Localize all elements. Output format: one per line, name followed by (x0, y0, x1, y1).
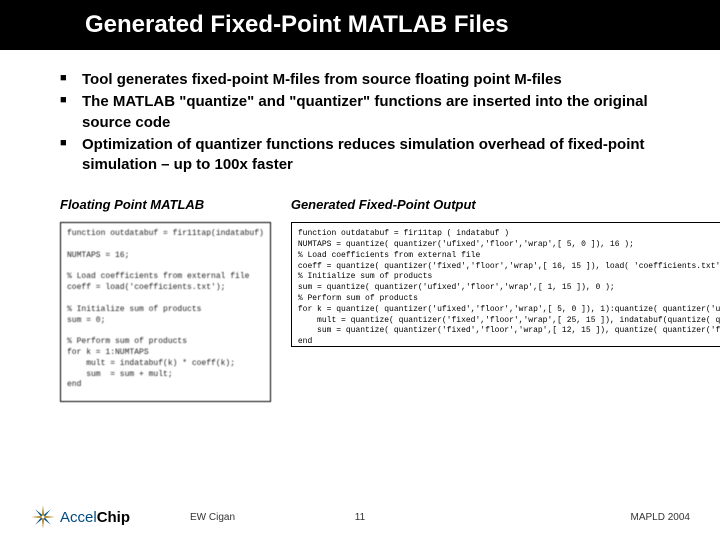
footer: AccelChip EW Cigan 11 MAPLD 2004 (0, 504, 720, 530)
left-column: Floating Point MATLAB function outdatabu… (60, 197, 271, 402)
author-name: EW Cigan (190, 512, 235, 523)
right-code-box: function outdatabuf = fir11tap ( indatab… (291, 222, 720, 347)
bullet-item: Tool generates fixed-point M-files from … (60, 70, 680, 90)
logo-chip: Chip (97, 509, 130, 526)
bullet-item: Optimization of quantizer functions redu… (60, 135, 680, 176)
conference-label: MAPLD 2004 (631, 512, 690, 523)
accelchip-logo: AccelChip (30, 504, 130, 530)
bullet-item: The MATLAB "quantize" and "quantizer" fu… (60, 92, 680, 133)
slide-title: Generated Fixed-Point MATLAB Files (85, 11, 509, 39)
left-code-box: function outdatabuf = fir11tap(indatabuf… (60, 222, 271, 402)
title-bar: Generated Fixed-Point MATLAB Files (0, 0, 720, 50)
page-number: 11 (355, 512, 365, 523)
code-columns: Floating Point MATLAB function outdatabu… (60, 197, 680, 402)
right-column: Generated Fixed-Point Output function ou… (291, 197, 720, 402)
left-code-heading: Floating Point MATLAB (60, 197, 271, 212)
right-code-heading: Generated Fixed-Point Output (291, 197, 720, 212)
logo-text: AccelChip (60, 509, 130, 526)
star-icon (30, 504, 56, 530)
logo-accel: Accel (60, 509, 97, 526)
slide-body: Tool generates fixed-point M-files from … (0, 50, 720, 402)
bullet-list: Tool generates fixed-point M-files from … (60, 70, 680, 175)
